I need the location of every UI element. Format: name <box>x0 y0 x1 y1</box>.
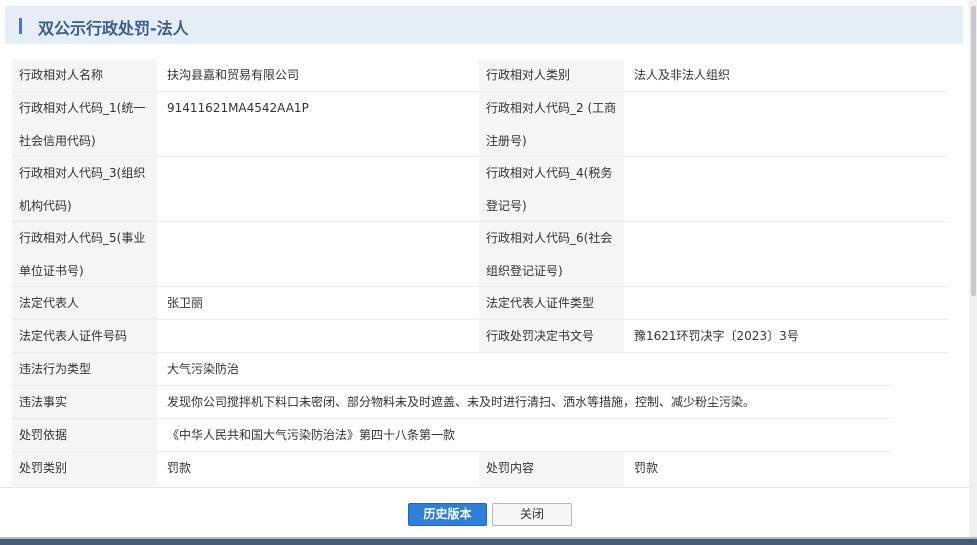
field-label: 行政相对人代码_6(社会 组织登记证号) <box>479 222 624 287</box>
table-row: 违法事实 发现你公司搅拌机下料口未密闭、部分物料未及时遮盖、未及时进行清扫、洒水… <box>12 386 892 419</box>
header-accent-bar <box>19 18 22 34</box>
field-label: 行政处罚决定书文号 <box>479 320 624 353</box>
field-value <box>157 320 479 353</box>
field-value: 张卫丽 <box>157 287 479 320</box>
page-title: 双公示行政处罚-法人 <box>38 19 189 38</box>
field-label: 违法事实 <box>12 386 157 419</box>
detail-page: 双公示行政处罚-法人 行政相对人名称 扶沟县嘉和贸易有限公司 行政相对人类别 法… <box>0 0 977 545</box>
table-row: 行政相对人代码_1(统一 社会信用代码) 91411621MA4542AA1P … <box>12 92 948 157</box>
field-label: 行政相对人代码_2 (工商 注册号) <box>479 92 624 157</box>
field-label: 违法行为类型 <box>12 353 157 386</box>
table-row: 行政相对人代码_5(事业 单位证书号) 行政相对人代码_6(社会 组织登记证号) <box>12 222 948 287</box>
table-row: 处罚类别 罚款 处罚内容 罚款 <box>12 452 948 486</box>
field-value: 发现你公司搅拌机下料口未密闭、部分物料未及时遮盖、未及时进行清扫、洒水等措施，控… <box>157 386 892 419</box>
footer-divider <box>0 487 977 488</box>
field-label: 行政相对人代码_4(税务 登记号) <box>479 157 624 222</box>
table-row: 法定代表人 张卫丽 法定代表人证件类型 <box>12 287 948 320</box>
detail-table: 行政相对人名称 扶沟县嘉和贸易有限公司 行政相对人类别 法人及非法人组织 行政相… <box>12 59 948 486</box>
field-value: 《中华人民共和国大气污染防治法》第四十八条第一款 <box>157 419 892 452</box>
section-header: 双公示行政处罚-法人 <box>5 6 963 44</box>
field-value <box>624 287 948 320</box>
field-value: 扶沟县嘉和贸易有限公司 <box>157 59 479 92</box>
field-label: 处罚依据 <box>12 419 157 452</box>
field-value: 罚款 <box>157 452 479 486</box>
history-version-button[interactable]: 历史版本 <box>408 503 487 526</box>
table-row: 处罚依据 《中华人民共和国大气污染防治法》第四十八条第一款 <box>12 419 892 452</box>
table-row: 行政相对人代码_3(组织 机构代码) 行政相对人代码_4(税务 登记号) <box>12 157 948 222</box>
field-value <box>157 157 479 222</box>
close-button[interactable]: 关闭 <box>492 503 572 526</box>
field-label: 法定代表人 <box>12 287 157 320</box>
field-label: 法定代表人证件类型 <box>479 287 624 320</box>
table-row: 违法行为类型 大气污染防治 <box>12 353 892 386</box>
field-label: 处罚内容 <box>479 452 624 486</box>
field-label: 行政相对人名称 <box>12 59 157 92</box>
field-label: 行政相对人代码_3(组织 机构代码) <box>12 157 157 222</box>
field-value: 豫1621环罚决字〔2023〕3号 <box>624 320 948 353</box>
field-value: 大气污染防治 <box>157 353 892 386</box>
field-label: 行政相对人代码_1(统一 社会信用代码) <box>12 92 157 157</box>
field-label: 法定代表人证件号码 <box>12 320 157 353</box>
field-value: 91411621MA4542AA1P <box>157 92 479 157</box>
field-value <box>624 92 948 157</box>
field-label: 行政相对人代码_5(事业 单位证书号) <box>12 222 157 287</box>
field-label: 处罚类别 <box>12 452 157 486</box>
scrollbar-thumb[interactable] <box>971 6 976 296</box>
field-value <box>624 157 948 222</box>
field-value: 罚款 <box>624 452 948 486</box>
table-row: 法定代表人证件号码 行政处罚决定书文号 豫1621环罚决字〔2023〕3号 <box>12 320 948 353</box>
field-value <box>624 222 948 287</box>
taskbar-strip <box>0 539 977 545</box>
field-value: 法人及非法人组织 <box>624 59 948 92</box>
field-label: 行政相对人类别 <box>479 59 624 92</box>
table-row: 行政相对人名称 扶沟县嘉和贸易有限公司 行政相对人类别 法人及非法人组织 <box>12 59 948 92</box>
field-value <box>157 222 479 287</box>
